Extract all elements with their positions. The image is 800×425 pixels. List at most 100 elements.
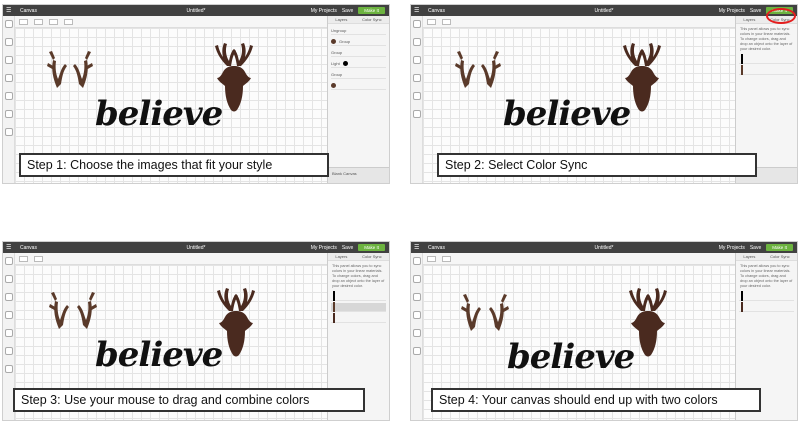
upload-icon[interactable] [4,365,13,373]
color-group-row[interactable] [739,291,794,301]
my-projects-link[interactable]: My Projects [719,245,745,251]
projects-icon[interactable] [4,293,13,301]
step-2-screenshot: ☰ Canvas Untitled* My Projects Save Make… [410,4,798,184]
left-sidebar [411,253,423,420]
undo-icon[interactable] [427,255,436,262]
document-title: Untitled* [186,244,206,251]
projects-icon[interactable] [412,293,421,301]
redo-icon[interactable] [34,255,43,262]
right-antler-image[interactable] [73,48,97,90]
new-icon[interactable] [4,20,13,28]
tab-color-sync[interactable]: Color Sync [362,17,382,22]
layer-row[interactable] [331,81,386,90]
new-icon[interactable] [4,257,13,265]
color-group-row[interactable] [739,54,794,64]
tab-layers[interactable]: Layers [743,254,755,259]
upload-icon[interactable] [4,128,13,136]
color-bar [741,65,743,75]
hamburger-menu-icon[interactable]: ☰ [6,245,14,251]
believe-text[interactable]: believe [503,94,631,134]
my-projects-link[interactable]: My Projects [311,245,337,251]
text-icon[interactable] [412,92,421,100]
tab-color-sync[interactable]: Color Sync [770,254,790,259]
left-antler-image[interactable] [451,48,475,90]
top-bar: ☰ Canvas Untitled* My Projects Save Make… [411,242,797,253]
app-title: Canvas [20,244,37,251]
document-title: Untitled* [594,244,614,251]
templates-icon[interactable] [4,275,13,283]
images-icon[interactable] [4,74,13,82]
undo-icon[interactable] [19,18,28,25]
save-link[interactable]: Save [342,8,353,14]
linetype-select[interactable] [49,18,58,25]
step-1-screenshot: ☰ Canvas Untitled* My Projects Save Make… [2,4,390,184]
make-it-button[interactable]: Make It [766,244,793,251]
tab-layers[interactable]: Layers [335,254,347,259]
hamburger-menu-icon[interactable]: ☰ [414,8,422,14]
color-group-row[interactable] [331,291,386,301]
right-antler-image[interactable] [77,289,101,331]
templates-icon[interactable] [412,38,421,46]
tab-color-sync[interactable]: Color Sync [362,254,382,259]
text-icon[interactable] [4,329,13,337]
layer-row[interactable]: Group [331,48,386,57]
save-link[interactable]: Save [750,245,761,251]
images-icon[interactable] [412,74,421,82]
text-icon[interactable] [412,329,421,337]
new-icon[interactable] [412,257,421,265]
color-group-row[interactable] [331,313,386,323]
left-antler-image[interactable] [45,289,69,331]
step-caption: Step 3: Use your mouse to drag and combi… [13,388,365,412]
shapes-icon[interactable] [412,347,421,355]
left-antler-image[interactable] [457,291,481,333]
hamburger-menu-icon[interactable]: ☰ [414,245,422,251]
undo-icon[interactable] [19,255,28,262]
projects-icon[interactable] [4,56,13,64]
right-antler-image[interactable] [481,48,505,90]
layer-row[interactable]: Ungroup [331,26,386,35]
document-title: Untitled* [594,7,614,14]
fill-select[interactable] [64,18,73,25]
projects-icon[interactable] [412,56,421,64]
believe-text[interactable]: believe [95,335,223,375]
layers-footer: Blank Canvas [328,167,389,183]
edit-toolbar [423,253,735,265]
tab-layers[interactable]: Layers [743,17,755,22]
color-group-row[interactable] [739,302,794,312]
layer-row[interactable]: Group [331,70,386,79]
layer-row[interactable]: Light [331,59,386,68]
save-link[interactable]: Save [750,8,761,14]
save-link[interactable]: Save [342,245,353,251]
color-bar [333,302,335,312]
templates-icon[interactable] [412,275,421,283]
believe-text[interactable]: believe [95,94,223,134]
templates-icon[interactable] [4,38,13,46]
top-bar: ☰ Canvas Untitled* My Projects Save Make… [3,5,389,16]
make-it-button[interactable]: Make It [358,7,385,14]
images-icon[interactable] [4,311,13,319]
redo-icon[interactable] [442,18,451,25]
color-sync-description: This panel allows you to sync colors in … [740,27,793,51]
images-icon[interactable] [412,311,421,319]
my-projects-link[interactable]: My Projects [311,8,337,14]
shapes-icon[interactable] [4,347,13,355]
hamburger-menu-icon[interactable]: ☰ [6,8,14,14]
make-it-button[interactable]: Make It [358,244,385,251]
my-projects-link[interactable]: My Projects [719,8,745,14]
layer-row[interactable]: Group [331,37,386,46]
color-group-row[interactable] [739,65,794,75]
believe-text[interactable]: believe [507,337,635,377]
tab-layers[interactable]: Layers [335,17,347,22]
color-group-row-dragging[interactable] [331,302,386,312]
right-antler-image[interactable] [489,291,513,333]
left-sidebar [3,16,15,183]
shapes-icon[interactable] [412,110,421,118]
step-caption: Step 2: Select Color Sync [437,153,757,177]
new-icon[interactable] [412,20,421,28]
shapes-icon[interactable] [4,110,13,118]
redo-icon[interactable] [34,18,43,25]
text-icon[interactable] [4,92,13,100]
redo-icon[interactable] [442,255,451,262]
undo-icon[interactable] [427,18,436,25]
left-antler-image[interactable] [43,48,67,90]
